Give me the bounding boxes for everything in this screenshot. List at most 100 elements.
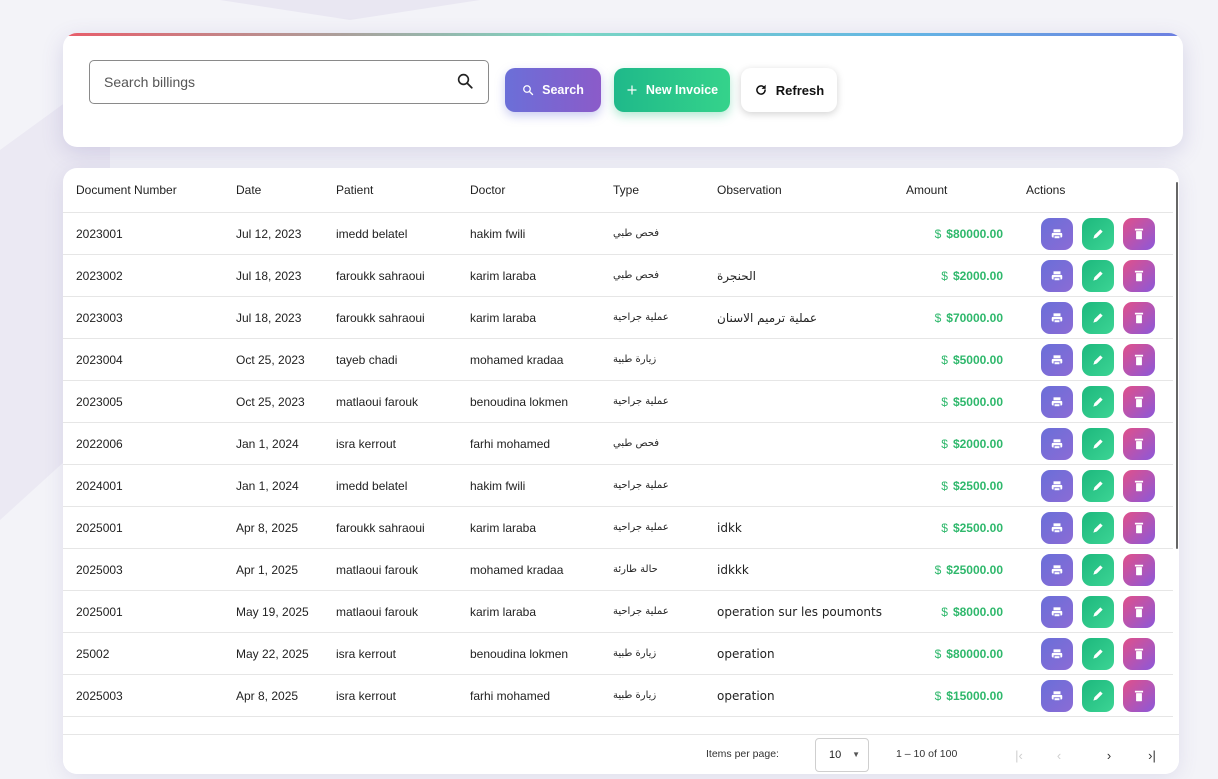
refresh-button[interactable]: Refresh bbox=[741, 68, 837, 112]
cell-date: Jan 1, 2024 bbox=[236, 478, 299, 493]
print-icon bbox=[1051, 271, 1063, 282]
new-invoice-button[interactable]: New Invoice bbox=[614, 68, 730, 112]
delete-button[interactable] bbox=[1123, 638, 1155, 670]
header-observation[interactable]: Observation bbox=[717, 168, 782, 212]
edit-icon bbox=[1093, 481, 1103, 491]
print-button[interactable] bbox=[1041, 596, 1073, 628]
next-page-button[interactable]: › bbox=[1096, 742, 1122, 768]
header-document-number[interactable]: Document Number bbox=[76, 168, 177, 212]
cell-date: May 22, 2025 bbox=[236, 646, 309, 661]
edit-button[interactable] bbox=[1082, 680, 1114, 712]
print-button[interactable] bbox=[1041, 680, 1073, 712]
delete-button[interactable] bbox=[1123, 344, 1155, 376]
search-field[interactable] bbox=[89, 60, 489, 104]
header-type[interactable]: Type bbox=[613, 168, 639, 212]
table-row[interactable]: 2023005 Oct 25, 2023 matlaoui farouk benoud… bbox=[63, 381, 1173, 423]
row-actions bbox=[1041, 680, 1155, 712]
cell-observation: idkkk bbox=[717, 562, 749, 577]
cell-doctor: mohamed kradaa bbox=[470, 562, 564, 577]
cell-patient: isra kerrout bbox=[336, 436, 397, 451]
delete-button[interactable] bbox=[1123, 218, 1155, 250]
table-row[interactable]: 2025003 Apr 1, 2025 matlaoui farouk mohamed… bbox=[63, 549, 1173, 591]
print-button[interactable] bbox=[1041, 638, 1073, 670]
print-button[interactable] bbox=[1041, 302, 1073, 334]
print-icon bbox=[1051, 649, 1063, 660]
search-icon[interactable] bbox=[456, 72, 474, 90]
last-page-button[interactable]: ›| bbox=[1139, 742, 1165, 768]
cell-type: فحص طبي bbox=[613, 438, 659, 449]
print-button[interactable] bbox=[1041, 260, 1073, 292]
print-button[interactable] bbox=[1041, 386, 1073, 418]
edit-button[interactable] bbox=[1082, 470, 1114, 502]
delete-button[interactable] bbox=[1123, 512, 1155, 544]
edit-icon bbox=[1093, 439, 1103, 449]
table-row[interactable]: 2023002 Jul 18, 2023 faroukk sahraoui karim… bbox=[63, 255, 1173, 297]
currency-symbol: $ bbox=[941, 520, 948, 535]
table-row[interactable]: 2025001 May 19, 2025 matlaoui farouk karim … bbox=[63, 591, 1173, 633]
currency-symbol: $ bbox=[934, 562, 942, 577]
cell-date: Jul 18, 2023 bbox=[236, 268, 302, 283]
print-button[interactable] bbox=[1041, 554, 1073, 586]
edit-button[interactable] bbox=[1082, 512, 1114, 544]
print-button[interactable] bbox=[1041, 470, 1073, 502]
table-row[interactable]: 2023003 Jul 18, 2023 faroukk sahraoui karim… bbox=[63, 297, 1173, 339]
edit-button[interactable] bbox=[1082, 344, 1114, 376]
delete-button[interactable] bbox=[1123, 596, 1155, 628]
cell-amount: $ $5000.00 bbox=[906, 381, 1003, 422]
cell-document-number: 25002 bbox=[76, 646, 110, 661]
row-actions bbox=[1041, 596, 1155, 628]
edit-icon bbox=[1093, 523, 1103, 533]
print-button[interactable] bbox=[1041, 344, 1073, 376]
table-row[interactable]: 2023001 Jul 12, 2023 imedd belatel hakim fw… bbox=[63, 213, 1173, 255]
edit-button[interactable] bbox=[1082, 386, 1114, 418]
currency-symbol: $ bbox=[934, 310, 942, 325]
table-row[interactable]: 2025001 Apr 8, 2025 faroukk sahraoui karim … bbox=[63, 507, 1173, 549]
edit-button[interactable] bbox=[1082, 638, 1114, 670]
edit-button[interactable] bbox=[1082, 260, 1114, 292]
delete-button[interactable] bbox=[1123, 386, 1155, 418]
cell-patient: matlaoui farouk bbox=[336, 604, 419, 619]
delete-button[interactable] bbox=[1123, 470, 1155, 502]
table-row[interactable]: 2024001 Jan 1, 2024 imedd belatel hakim fwi… bbox=[63, 465, 1173, 507]
row-actions bbox=[1041, 218, 1155, 250]
edit-button[interactable] bbox=[1082, 428, 1114, 460]
print-icon bbox=[1051, 397, 1063, 408]
row-actions bbox=[1041, 386, 1155, 418]
cell-doctor: karim laraba bbox=[470, 520, 537, 535]
table-row[interactable]: 25002 May 22, 2025 isra kerrout benoudina l… bbox=[63, 633, 1173, 675]
row-actions bbox=[1041, 638, 1155, 670]
currency-symbol: $ bbox=[941, 268, 948, 283]
print-icon bbox=[1051, 565, 1063, 576]
table-scrollbar[interactable] bbox=[1176, 182, 1178, 549]
edit-button[interactable] bbox=[1082, 554, 1114, 586]
header-amount[interactable]: Amount bbox=[906, 168, 1003, 212]
cell-date: Apr 8, 2025 bbox=[236, 520, 299, 535]
print-button[interactable] bbox=[1041, 218, 1073, 250]
table-row[interactable]: 2025003 Apr 8, 2025 isra kerrout farhi moha… bbox=[63, 675, 1173, 717]
table-row[interactable]: 2023004 Oct 25, 2023 tayeb chadi mohamed kr… bbox=[63, 339, 1173, 381]
edit-button[interactable] bbox=[1082, 302, 1114, 334]
search-button[interactable]: Search bbox=[505, 68, 601, 112]
header-doctor[interactable]: Doctor bbox=[470, 168, 505, 212]
delete-button[interactable] bbox=[1123, 428, 1155, 460]
search-input[interactable] bbox=[104, 61, 444, 103]
delete-button[interactable] bbox=[1123, 260, 1155, 292]
first-page-icon: |‹ bbox=[1015, 747, 1023, 763]
edit-button[interactable] bbox=[1082, 218, 1114, 250]
print-button[interactable] bbox=[1041, 428, 1073, 460]
header-date[interactable]: Date bbox=[236, 168, 261, 212]
delete-button[interactable] bbox=[1123, 554, 1155, 586]
first-page-button[interactable]: |‹ bbox=[1006, 742, 1032, 768]
edit-icon bbox=[1093, 607, 1103, 617]
previous-page-button[interactable]: ‹ bbox=[1046, 742, 1072, 768]
row-actions bbox=[1041, 512, 1155, 544]
table-row[interactable]: 2022006 Jan 1, 2024 isra kerrout farhi moha… bbox=[63, 423, 1173, 465]
chevron-down-icon: ▼ bbox=[852, 750, 860, 759]
delete-button[interactable] bbox=[1123, 680, 1155, 712]
delete-button[interactable] bbox=[1123, 302, 1155, 334]
header-patient[interactable]: Patient bbox=[336, 168, 373, 212]
page-size-select[interactable]: 10 ▼ bbox=[815, 738, 869, 772]
edit-button[interactable] bbox=[1082, 596, 1114, 628]
delete-icon bbox=[1134, 480, 1144, 492]
print-button[interactable] bbox=[1041, 512, 1073, 544]
